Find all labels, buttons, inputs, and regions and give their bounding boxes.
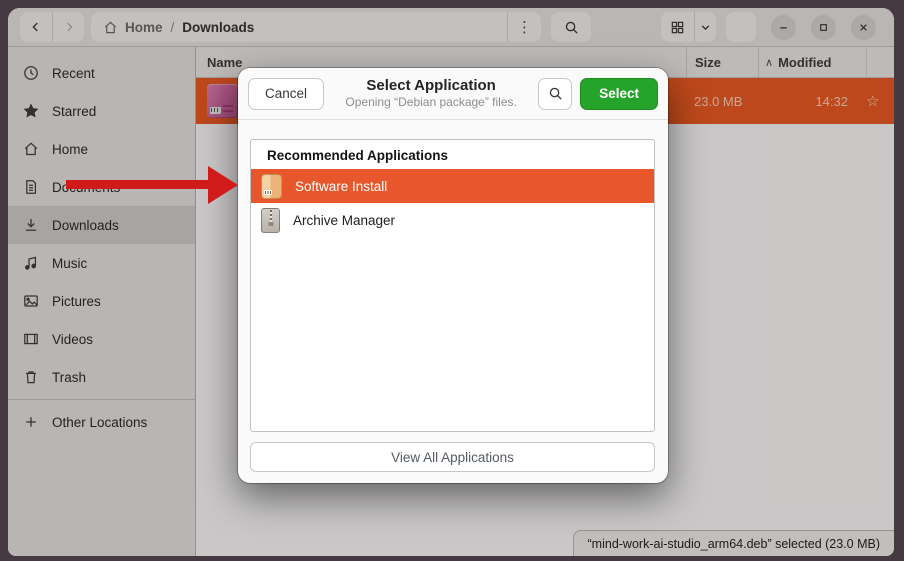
dialog-search-button[interactable] [538,78,572,110]
app-name: Archive Manager [293,213,395,228]
software-install-icon [261,174,282,199]
app-name: Software Install [295,179,387,194]
search-icon [548,86,563,101]
dialog-content: Recommended Applications Software Instal… [238,120,668,483]
archive-manager-icon [261,208,280,233]
annotation-arrow-head [208,166,238,204]
dialog-subtitle: Opening “Debian package” files. [324,95,538,110]
dialog-header: Cancel Select Application Opening “Debia… [238,68,668,120]
cancel-button[interactable]: Cancel [248,78,324,110]
select-button[interactable]: Select [580,78,658,110]
view-all-applications-button[interactable]: View All Applications [250,442,655,472]
recommended-section-header: Recommended Applications [251,140,654,169]
app-row-software-install[interactable]: Software Install [251,169,654,203]
dialog-title: Select Application [324,77,538,96]
application-list: Recommended Applications Software Instal… [250,139,655,432]
annotation-arrow-body [66,180,209,189]
select-application-dialog: Cancel Select Application Opening “Debia… [238,68,668,483]
app-row-archive-manager[interactable]: Archive Manager [251,203,654,237]
